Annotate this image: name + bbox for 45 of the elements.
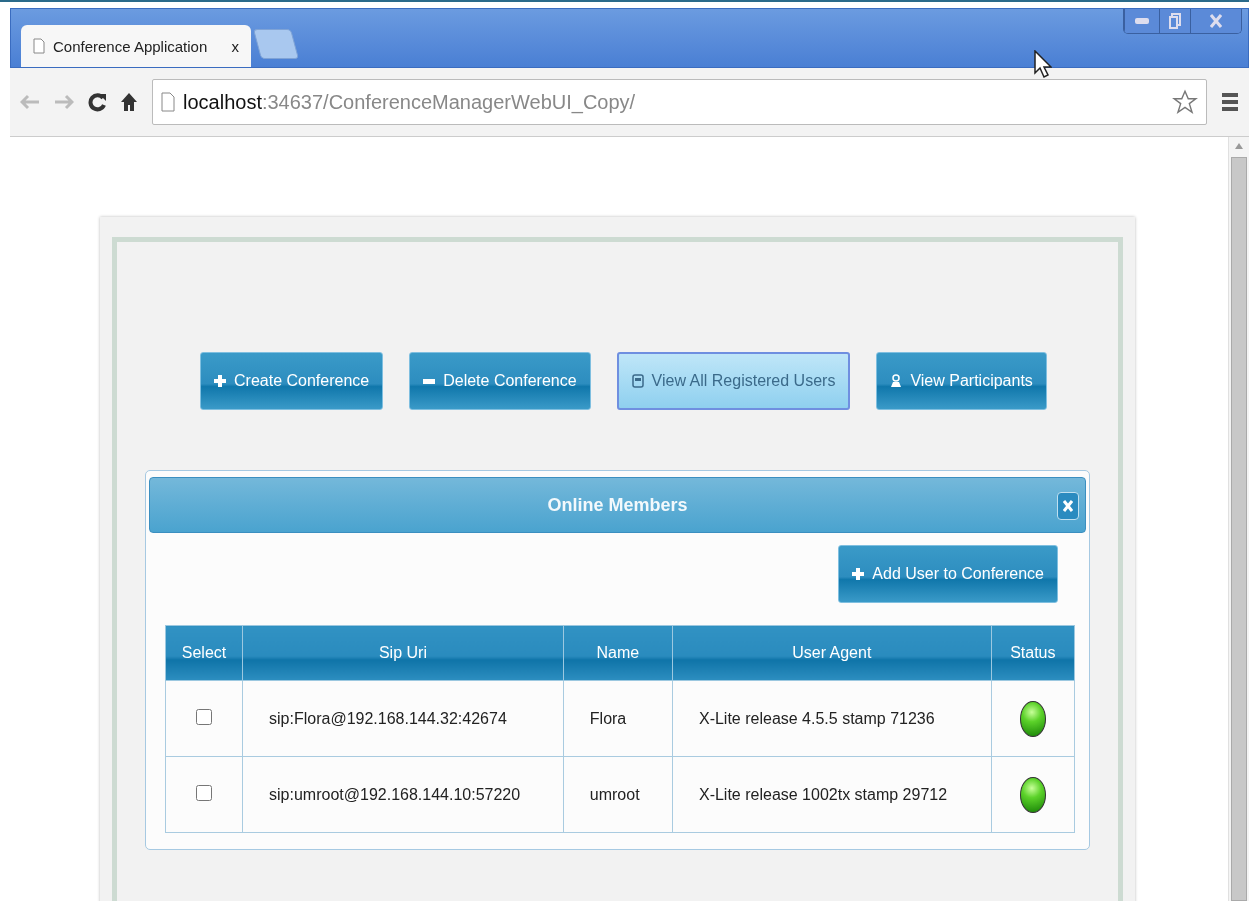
column-header: Status xyxy=(991,625,1075,681)
page-icon xyxy=(161,92,175,112)
column-header: Name xyxy=(563,625,673,681)
toolbar-button[interactable]: View All Registered Users xyxy=(616,352,851,410)
menu-icon[interactable] xyxy=(1221,92,1239,112)
address-bar[interactable]: localhost:34637/ConferenceManagerWebUI_Copy/ xyxy=(152,79,1207,125)
person-icon xyxy=(890,374,903,388)
close-icon xyxy=(1210,14,1222,28)
column-header: Sip Uri xyxy=(242,625,564,681)
tab-title: Conference Application xyxy=(53,37,208,55)
home-icon[interactable] xyxy=(120,92,138,112)
close-icon xyxy=(1063,500,1073,512)
plus-icon xyxy=(214,375,226,387)
plus-icon xyxy=(852,568,865,580)
url-path: :34637/ConferenceManagerWebUI_Copy/ xyxy=(261,90,636,114)
browser-tab[interactable]: Conference Application x xyxy=(21,25,251,67)
star-icon[interactable] xyxy=(1172,89,1198,115)
toolbar-button[interactable]: View Participants xyxy=(876,352,1047,410)
url-host: localhost xyxy=(183,90,262,113)
scrollbar[interactable] xyxy=(1228,137,1249,901)
minus-icon xyxy=(423,378,436,384)
panel-title: Online Members xyxy=(547,494,688,516)
restore-button[interactable] xyxy=(1159,9,1190,33)
table-cell: umroot xyxy=(563,756,673,833)
minimize-button[interactable] xyxy=(1124,9,1159,33)
column-header: Select xyxy=(165,625,243,681)
toolbar-button[interactable]: Create Conference xyxy=(200,352,384,410)
table-cell: Flora xyxy=(563,680,673,757)
select-checkbox[interactable] xyxy=(196,783,212,802)
table-cell: X-Lite release 4.5.5 stamp 71236 xyxy=(672,680,992,757)
reload-icon[interactable] xyxy=(88,92,106,112)
add-user-button[interactable]: Add User to Conference xyxy=(838,545,1058,603)
column-header: User Agent xyxy=(672,625,992,681)
page-icon xyxy=(33,38,45,54)
close-button[interactable] xyxy=(1190,9,1241,33)
contact-card-icon xyxy=(631,374,644,388)
scroll-up-icon[interactable] xyxy=(1235,143,1243,149)
minimize-icon xyxy=(1135,18,1149,24)
select-checkbox[interactable] xyxy=(196,707,212,726)
toolbar-button[interactable]: Delete Conference xyxy=(409,352,591,410)
table-cell: sip:Flora@192.168.144.32:42674 xyxy=(242,680,564,757)
restore-icon xyxy=(1169,13,1181,29)
table-cell: sip:umroot@192.168.144.10:57220 xyxy=(242,756,564,833)
table-cell: X-Lite release 1002tx stamp 29712 xyxy=(672,756,992,833)
tab-close[interactable]: x xyxy=(231,37,239,55)
